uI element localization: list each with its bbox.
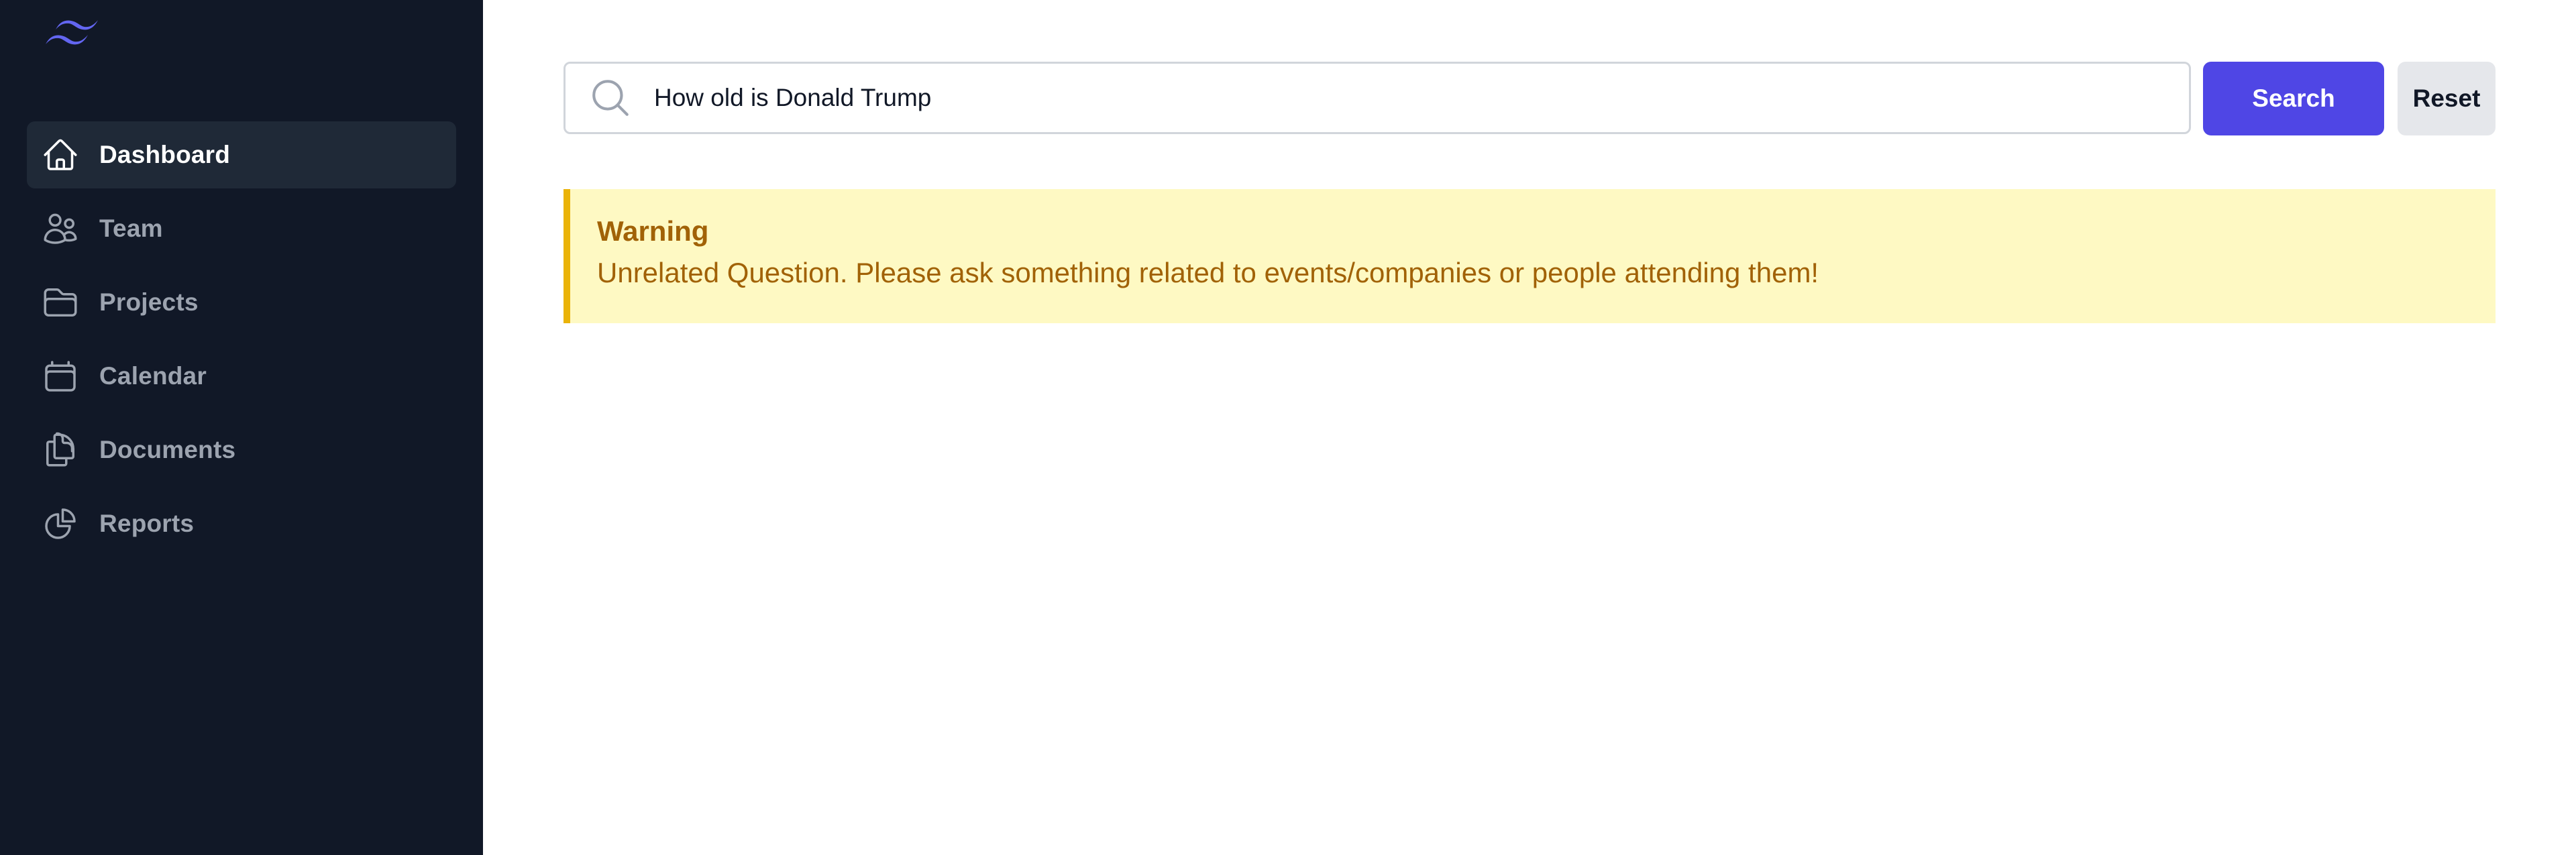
documents-icon xyxy=(42,431,79,469)
users-icon xyxy=(42,210,79,247)
reset-button[interactable]: Reset xyxy=(2398,62,2496,135)
warning-alert: Warning Unrelated Question. Please ask s… xyxy=(564,189,2496,323)
folder-icon xyxy=(42,284,79,321)
sidebar-item-team[interactable]: Team xyxy=(27,195,456,262)
alert-message: Unrelated Question. Please ask something… xyxy=(597,257,1819,288)
main-content: Search Reset Warning Unrelated Question.… xyxy=(483,0,2576,855)
search-icon xyxy=(588,76,633,120)
search-button-label: Search xyxy=(2252,84,2335,112)
sidebar-item-calendar[interactable]: Calendar xyxy=(27,343,456,410)
sidebar-item-dashboard[interactable]: Dashboard xyxy=(27,121,456,188)
search-input[interactable] xyxy=(653,83,2131,113)
reset-button-label: Reset xyxy=(2412,84,2481,112)
alert-title: Warning xyxy=(597,215,709,247)
sidebar: Dashboard Team Projects Calendar Documen… xyxy=(0,0,483,855)
home-icon xyxy=(42,136,79,174)
wave-logo-icon[interactable] xyxy=(39,15,106,55)
search-box[interactable] xyxy=(564,62,2191,134)
pie-chart-icon xyxy=(42,505,79,543)
sidebar-item-documents[interactable]: Documents xyxy=(27,416,456,483)
sidebar-item-label: Team xyxy=(99,215,163,242)
sidebar-item-label: Projects xyxy=(99,288,199,316)
sidebar-item-label: Dashboard xyxy=(99,141,231,168)
sidebar-item-label: Reports xyxy=(99,510,195,537)
sidebar-item-label: Documents xyxy=(99,436,236,463)
app-window: Dashboard Team Projects Calendar Documen… xyxy=(0,0,2576,855)
sidebar-item-label: Calendar xyxy=(99,362,207,390)
sidebar-nav: Dashboard Team Projects Calendar Documen… xyxy=(27,121,456,564)
sidebar-item-projects[interactable]: Projects xyxy=(27,269,456,336)
sidebar-item-reports[interactable]: Reports xyxy=(27,490,456,557)
search-button[interactable]: Search xyxy=(2203,62,2384,135)
calendar-icon xyxy=(42,357,79,395)
